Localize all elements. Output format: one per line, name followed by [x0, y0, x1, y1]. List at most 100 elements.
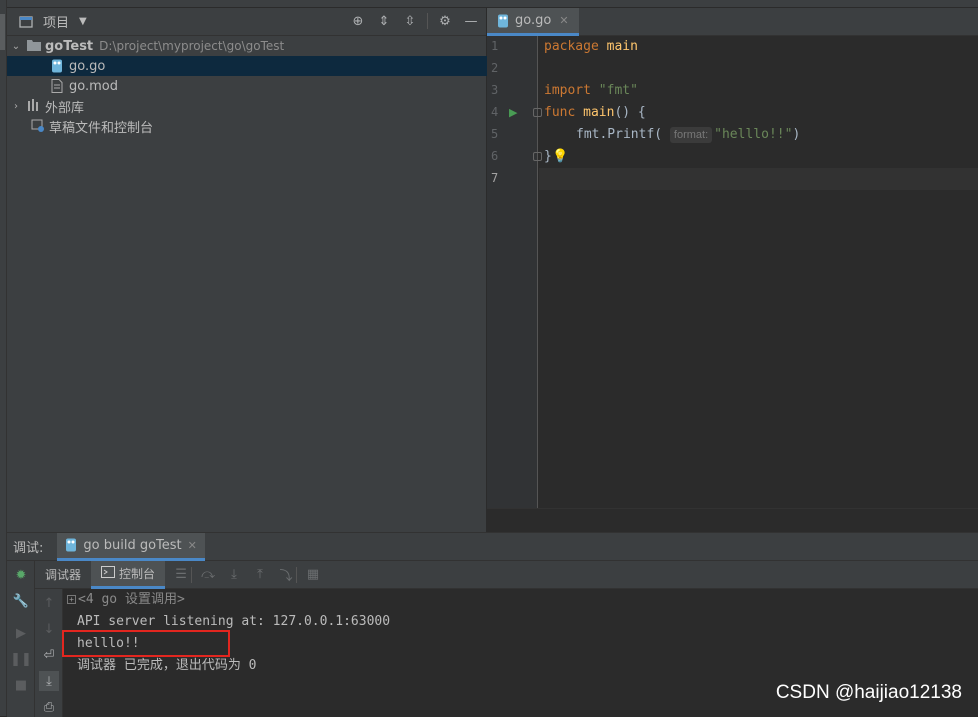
tree-item-go-mod[interactable]: go.mod: [7, 76, 487, 96]
code-line-3: import "fmt": [544, 80, 638, 102]
import-path: "fmt": [598, 83, 638, 98]
file-icon: [51, 79, 65, 93]
tree-item-scratches[interactable]: 草稿文件和控制台: [7, 116, 487, 136]
code-area[interactable]: package main import "fmt" func main() { …: [539, 36, 978, 508]
tree-item-label: 外部库: [45, 100, 85, 116]
string-literal: "helllo!!": [714, 127, 793, 142]
chevron-down-icon[interactable]: ⌄: [11, 41, 21, 52]
keyword: import: [544, 83, 591, 98]
wrench-icon[interactable]: 🔧: [11, 591, 31, 611]
call: fmt.Printf(: [576, 127, 663, 142]
tree-item-external-libraries[interactable]: › 外部库: [7, 96, 487, 116]
step-over-icon[interactable]: ⤼: [198, 565, 218, 585]
run-to-cursor-icon[interactable]: ⤵: [276, 565, 296, 585]
close-icon[interactable]: ✕: [559, 14, 568, 27]
project-panel-icon: [19, 15, 33, 29]
chevron-down-icon[interactable]: ▼: [79, 16, 87, 27]
punctuation: }: [544, 149, 552, 164]
tab-console[interactable]: 控制台: [91, 560, 166, 589]
tab-label: go.go: [515, 13, 552, 28]
close-icon[interactable]: ✕: [188, 539, 197, 552]
arrow-up-icon[interactable]: ↑: [39, 593, 59, 613]
line-number: 4: [491, 105, 499, 119]
debug-subtabs: 调试器 控制台 ☰ ⤼ ⤓ ⤒ ⤵ ▦: [35, 560, 978, 589]
root-path: D:\project\myproject\go\goTest: [99, 39, 285, 53]
scratches-icon: [31, 119, 45, 133]
debug-label: 调试:: [13, 541, 44, 556]
function-name: main: [583, 105, 615, 120]
parameter-hint: format:: [669, 127, 713, 143]
code-line-5: fmt.Printf( format: "helllo!!"): [576, 124, 800, 146]
step-into-icon[interactable]: ⤓: [224, 565, 244, 585]
left-tool-strip: [0, 0, 7, 716]
gear-icon[interactable]: ⚙: [436, 12, 454, 30]
package-name: main: [606, 39, 638, 54]
collapse-all-icon[interactable]: ⇳: [401, 12, 419, 30]
expand-all-icon[interactable]: ⇕: [375, 12, 393, 30]
tree-item-label: go.mod: [69, 78, 118, 94]
root-name: goTest: [45, 38, 94, 54]
punctuation: () {: [614, 105, 646, 120]
console-line-folded[interactable]: + <4 go 设置调用>: [67, 589, 185, 611]
console-text: <4 go 设置调用>: [78, 592, 185, 607]
arrow-down-icon[interactable]: ↓: [39, 619, 59, 639]
console-side-toolbar: ↑ ↓ ⏎ ⤓ ⎙: [35, 589, 63, 717]
separator: [296, 566, 298, 583]
expand-icon[interactable]: +: [67, 595, 76, 604]
project-title[interactable]: 项目: [43, 12, 69, 31]
console-icon: [101, 566, 116, 580]
step-out-icon[interactable]: ⤒: [250, 565, 270, 585]
pause-icon[interactable]: ❚❚: [10, 649, 32, 669]
tab-go-build[interactable]: go build goTest ✕: [57, 532, 205, 561]
project-panel: 项目 ▼ ⊕ ⇕ ⇳ ⚙ — ⌄ goTest D:\project\mypro…: [7, 8, 487, 532]
debug-header: 调试: go build goTest ✕: [7, 532, 978, 561]
keyword: func: [544, 105, 576, 120]
resume-icon[interactable]: ▶: [11, 623, 31, 643]
line-number: 2: [491, 61, 499, 75]
line-number: 3: [491, 83, 499, 97]
chevron-right-icon[interactable]: ›: [11, 101, 21, 112]
code-line-4: func main() {: [544, 102, 646, 124]
minimize-icon[interactable]: —: [462, 12, 480, 30]
separator: [191, 566, 193, 583]
debug-side-toolbar: ✹ 🔧 ▶ ❚❚ ■: [7, 561, 35, 717]
code-line-1: package main: [544, 36, 638, 58]
tree-item-label: go.go: [69, 58, 106, 74]
watermark: CSDN @haijiao12138: [775, 682, 962, 703]
keyword: package: [544, 39, 599, 54]
code-line-6: }: [544, 146, 552, 168]
stop-icon[interactable]: ■: [11, 675, 31, 695]
tab-debugger[interactable]: 调试器: [35, 561, 91, 589]
annotation-highlight-box: [62, 630, 230, 657]
tree-item-go-go[interactable]: go.go: [7, 56, 487, 76]
print-icon[interactable]: ⎙: [39, 697, 59, 717]
line-number: 5: [491, 127, 499, 141]
go-file-icon: [497, 14, 511, 28]
evaluate-icon[interactable]: ▦: [303, 565, 323, 585]
tree-root[interactable]: ⌄ goTest D:\project\myproject\go\goTest: [7, 36, 487, 56]
scroll-to-end-icon[interactable]: ⤓: [39, 671, 59, 691]
bug-icon[interactable]: ✹: [11, 565, 31, 585]
console-line: 调试器 已完成，退出代码为 0: [77, 658, 257, 673]
tab-label: go build goTest: [83, 537, 182, 553]
project-header: 项目 ▼ ⊕ ⇕ ⇳ ⚙ —: [7, 8, 486, 36]
line-gutter: 1 2 3 4 5 6 7 ▶: [487, 36, 542, 508]
tab-label: 调试器: [45, 568, 82, 582]
tab-label: 控制台: [119, 566, 156, 581]
tree-item-label: 草稿文件和控制台: [49, 120, 154, 136]
run-icon[interactable]: ▶: [509, 106, 517, 119]
go-file-icon: [65, 538, 79, 552]
title-bar: [0, 0, 978, 8]
line-number: 1: [491, 39, 499, 53]
code-editor[interactable]: go.go ✕ 1 2 3 4 5 6 7 ▶ package main imp…: [487, 8, 978, 532]
library-icon: [27, 99, 41, 113]
editor-tabs: go.go ✕: [487, 8, 978, 36]
tab-go-go[interactable]: go.go ✕: [487, 8, 579, 36]
line-number: 7: [491, 171, 499, 185]
line-number: 6: [491, 149, 499, 163]
lightbulb-icon[interactable]: 💡: [552, 149, 568, 164]
locate-icon[interactable]: ⊕: [349, 12, 367, 30]
menu-icon[interactable]: ☰: [171, 565, 191, 585]
folder-icon: [27, 39, 41, 53]
soft-wrap-icon[interactable]: ⏎: [39, 645, 59, 665]
